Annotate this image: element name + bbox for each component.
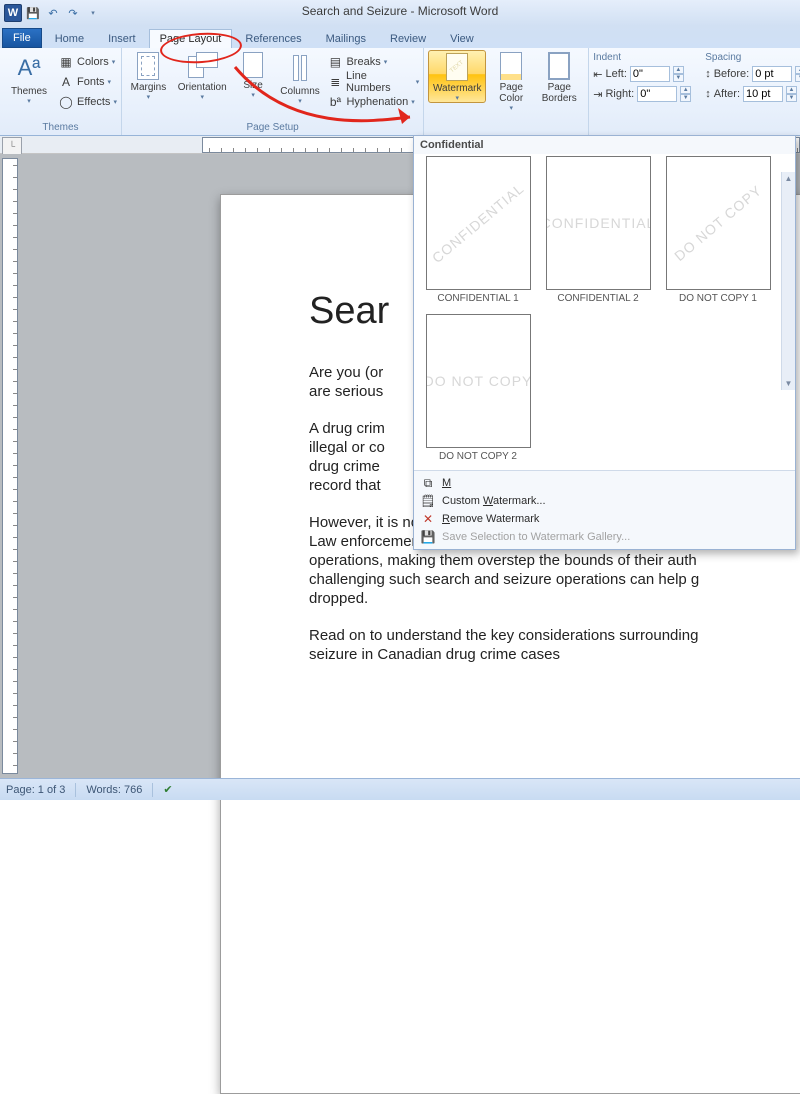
tab-mailings[interactable]: Mailings [315,29,377,48]
indent-left-icon: ⇤ [593,68,602,81]
status-words[interactable]: Words: 766 [86,784,142,796]
document-paragraph: Read on to understand the key considerat… [309,626,800,664]
watermark-option-do-not-copy-1[interactable]: DO NOT COPY DO NOT COPY 1 [660,156,776,310]
more-watermarks-menuitem[interactable]: ⧉ M [414,474,795,492]
group-paragraph: Indent ⇤ Left: ▲▼ ⇥ Right: ▲▼ Spacing ↕ [589,48,800,135]
watermark-gallery-scrollbar[interactable]: ▲▼ [781,172,795,390]
ruler-corner[interactable]: └ [2,137,22,155]
indent-label: Indent [593,50,691,64]
qat-customize-icon[interactable]: ▾ [84,4,102,22]
theme-colors-button[interactable]: ▦Colors ▾ [58,52,117,72]
window-title: Search and Seizure - Microsoft Word [0,4,800,18]
fonts-icon: A [58,74,74,90]
office-icon: ⧉ [420,475,436,491]
breaks-icon: ▤ [327,54,343,70]
size-button[interactable]: Size▾ [234,50,273,99]
indent-right-icon: ⇥ [593,88,602,101]
spacing-before-spinner[interactable]: ↕ Before: ▲▼ [705,64,800,84]
tab-file[interactable]: File [2,28,42,48]
breaks-button[interactable]: ▤Breaks ▾ [327,52,419,72]
themes-icon: Aª [13,52,45,84]
spacing-before-icon: ↕ [705,68,711,80]
custom-watermark-menuitem[interactable]: 🗒 Custom Watermark... [414,492,795,510]
status-bar: Page: 1 of 3 Words: 766 ✔ [0,778,800,800]
themes-button[interactable]: Aª Themes ▾ [4,50,54,105]
qat-redo-icon[interactable]: ↷ [64,4,82,22]
page-color-icon [500,52,522,80]
word-icon: W [4,4,22,22]
ribbon-tabs: File Home Insert Page Layout References … [0,26,800,48]
line-numbers-icon: ≣ [327,74,343,90]
tab-references[interactable]: References [234,29,312,48]
indent-left-input[interactable] [630,66,670,82]
palette-icon: ▦ [58,54,74,70]
spacing-before-input[interactable] [752,66,792,82]
size-icon [243,52,263,78]
theme-effects-button[interactable]: ◯Effects ▾ [58,92,117,112]
spacing-after-spinner[interactable]: ↕ After: ▲▼ [705,84,800,104]
hyphenation-button[interactable]: bªHyphenation ▾ [327,92,419,112]
spin-down-icon[interactable]: ▼ [673,74,684,82]
qat-save-icon[interactable]: 💾 [24,4,42,22]
scroll-up-icon[interactable]: ▲ [785,174,793,183]
page-borders-icon [548,52,570,80]
qat-undo-icon[interactable]: ↶ [44,4,62,22]
hyphenation-icon: bª [327,94,343,110]
save-gallery-icon: 💾 [420,529,436,545]
margins-icon [137,52,159,80]
watermark-gallery-header: Confidential [414,136,795,154]
watermark-gallery-panel: Confidential CONFIDENTIAL CONFIDENTIAL 1… [413,135,796,550]
watermark-option-confidential-1[interactable]: CONFIDENTIAL CONFIDENTIAL 1 [420,156,536,310]
spacing-after-icon: ↕ [705,88,711,100]
tab-home[interactable]: Home [44,29,95,48]
save-to-gallery-menuitem: 💾 Save Selection to Watermark Gallery... [414,528,795,546]
group-page-setup: Margins▾ Orientation▾ Size▾ Columns▾ [122,48,424,135]
indent-left-spinner[interactable]: ⇤ Left: ▲▼ [593,64,691,84]
tab-view[interactable]: View [439,29,485,48]
custom-watermark-icon: 🗒 [420,493,436,509]
status-page[interactable]: Page: 1 of 3 [6,784,65,796]
columns-icon [284,52,316,84]
line-numbers-button[interactable]: ≣Line Numbers ▾ [327,72,419,92]
vertical-ruler[interactable] [2,158,18,774]
spacing-label: Spacing [705,50,800,64]
watermark-option-do-not-copy-2[interactable]: DO NOT COPY DO NOT COPY 2 [420,314,536,468]
effects-icon: ◯ [58,94,74,110]
tab-page-layout[interactable]: Page Layout [149,29,233,48]
theme-fonts-button[interactable]: AFonts ▾ [58,72,117,92]
indent-right-spinner[interactable]: ⇥ Right: ▲▼ [593,84,691,104]
tab-insert[interactable]: Insert [97,29,147,48]
scroll-down-icon[interactable]: ▼ [785,379,793,388]
remove-watermark-icon: ✕ [420,511,436,527]
status-proofing-icon[interactable]: ✔ [163,783,172,796]
spin-up-icon[interactable]: ▲ [673,66,684,74]
page-color-button[interactable]: Page Color▾ [490,50,532,112]
tab-review[interactable]: Review [379,29,437,48]
group-themes: Aª Themes ▾ ▦Colors ▾ AFonts ▾ ◯Effects … [0,48,122,135]
title-bar: W 💾 ↶ ↷ ▾ Search and Seizure - Microsoft… [0,0,800,26]
spacing-after-input[interactable] [743,86,783,102]
orientation-button[interactable]: Orientation▾ [175,50,230,101]
ribbon: Aª Themes ▾ ▦Colors ▾ AFonts ▾ ◯Effects … [0,48,800,136]
watermark-button[interactable]: TEXT Watermark▾ [428,50,486,103]
remove-watermark-menuitem[interactable]: ✕ Remove Watermark [414,510,795,528]
orientation-icon [188,52,216,80]
group-page-background: TEXT Watermark▾ Page Color▾ Page Borders [424,48,589,135]
page-borders-button[interactable]: Page Borders [536,50,582,104]
margins-button[interactable]: Margins▾ [126,50,171,101]
columns-button[interactable]: Columns▾ [277,50,324,105]
indent-right-input[interactable] [637,86,677,102]
watermark-icon: TEXT [446,53,468,81]
watermark-option-confidential-2[interactable]: CONFIDENTIAL CONFIDENTIAL 2 [540,156,656,310]
